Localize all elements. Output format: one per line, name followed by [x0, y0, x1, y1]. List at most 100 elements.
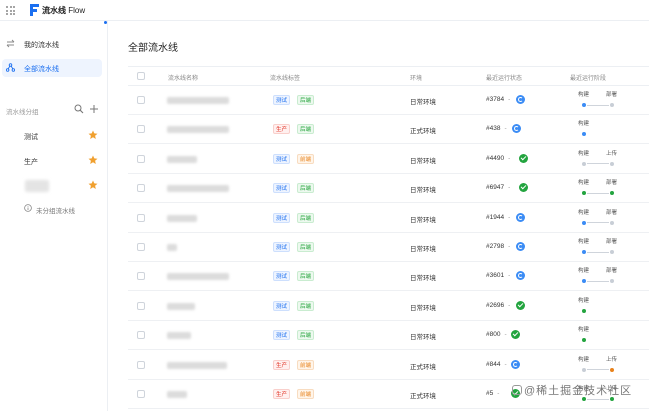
group-item-blurred[interactable] — [6, 180, 102, 194]
build-number[interactable]: #3784- — [486, 96, 510, 103]
env-cell: 日常环境 — [410, 334, 436, 342]
stage-dot[interactable] — [582, 132, 586, 137]
stage-dot[interactable] — [582, 250, 586, 254]
build-number[interactable]: #438- — [486, 125, 507, 132]
stage-dot[interactable] — [582, 367, 586, 372]
table-row[interactable]: 测试 后端 日常环境 #2696- 构建 — [128, 292, 649, 321]
stage-dot[interactable] — [610, 161, 614, 166]
row-checkbox[interactable] — [137, 96, 145, 104]
stage-dot[interactable] — [610, 250, 614, 254]
build-number[interactable]: #800- — [486, 331, 507, 338]
select-all-checkbox[interactable] — [137, 72, 145, 80]
running-status-icon — [516, 271, 525, 281]
table-row[interactable]: 测试 后端 日常环境 #6947- 构建 部署 — [128, 174, 649, 204]
pipeline-name-blurred[interactable] — [167, 302, 195, 310]
pipeline-name-blurred[interactable] — [167, 332, 191, 340]
stage-label: 构建 — [578, 121, 590, 128]
stage-dot[interactable] — [610, 220, 614, 225]
table-row[interactable]: 测试 后端 日常环境 #1944- 构建 部署 — [128, 204, 649, 233]
pipeline-tag: 前端 — [297, 389, 315, 399]
stage-dot[interactable] — [582, 103, 586, 107]
pipeline-tag: 后端 — [297, 330, 315, 341]
env-cell: 正式环境 — [410, 363, 436, 371]
star-icon[interactable] — [88, 155, 98, 165]
table-row[interactable]: 测试 前端 日常环境 #4490- 构建 上传 — [128, 145, 649, 174]
pipeline-name-blurred[interactable] — [167, 391, 187, 398]
stage-label: 上传 — [606, 356, 618, 363]
col-status: 最近运行状态 — [486, 76, 523, 82]
build-number[interactable]: #6947- — [486, 184, 510, 191]
build-number[interactable]: #844- — [486, 361, 507, 368]
stage-dot[interactable] — [582, 220, 586, 225]
env-cell: 正式环境 — [410, 128, 436, 136]
row-checkbox[interactable] — [137, 272, 145, 281]
table-row[interactable]: 测试 后端 日常环境 #3601- 构建 部署 — [128, 262, 649, 292]
group-header: 流水线分组 — [6, 104, 98, 116]
stage-dot[interactable] — [582, 338, 586, 343]
add-icon[interactable] — [89, 104, 99, 114]
build-number[interactable]: #5- — [486, 390, 499, 397]
pipeline-name-blurred[interactable] — [167, 361, 227, 369]
stage-dot[interactable] — [610, 367, 614, 372]
stage-dot[interactable] — [582, 191, 586, 196]
pipeline-tag: 后端 — [297, 212, 315, 223]
build-number[interactable]: #2798- — [486, 243, 510, 250]
build-number[interactable]: #1944- — [486, 214, 510, 221]
pipeline-tag: 后端 — [297, 95, 315, 105]
pipeline-tag: 测试 — [273, 183, 291, 194]
row-checkbox[interactable] — [137, 184, 145, 193]
info-icon — [24, 204, 32, 212]
stage-dot[interactable] — [610, 103, 614, 107]
stage-dot[interactable] — [610, 191, 614, 196]
row-checkbox[interactable] — [137, 125, 145, 134]
app-title-en: Flow — [68, 6, 86, 15]
stage-dot[interactable] — [582, 308, 586, 313]
stage-dot[interactable] — [582, 161, 586, 166]
table-row[interactable]: 测试 后端 日常环境 #3784- 构建 部署 — [128, 86, 649, 115]
pipeline-name-blurred[interactable] — [167, 214, 197, 222]
row-checkbox[interactable] — [137, 331, 145, 340]
stage-dot[interactable] — [610, 279, 614, 284]
pipeline-name-blurred[interactable] — [167, 273, 229, 281]
stage-label: 部署 — [606, 268, 618, 275]
pipeline-name-blurred[interactable] — [167, 97, 229, 104]
stage-label: 构建 — [578, 268, 590, 275]
table-row[interactable]: 测试 后端 日常环境 #2798- 构建 部署 — [128, 233, 649, 262]
pipeline-tag: 后端 — [297, 271, 315, 282]
group-item-test[interactable]: 测试 — [6, 130, 102, 144]
star-icon[interactable] — [88, 180, 98, 190]
row-checkbox[interactable] — [137, 360, 145, 369]
app-grid-icon[interactable] — [6, 6, 15, 15]
table-row[interactable]: 测试 后端 日常环境 #800- 构建 — [128, 321, 649, 351]
app-title-cn: 流水线 — [42, 6, 66, 15]
pipeline-name-blurred[interactable] — [167, 185, 229, 193]
row-checkbox[interactable] — [137, 154, 145, 163]
swap-icon — [6, 39, 15, 48]
pipeline-tag: 后端 — [297, 242, 315, 252]
row-checkbox[interactable] — [137, 301, 145, 310]
nav-all-pipelines[interactable]: 全部流水线 — [2, 59, 102, 77]
watermark-text: @稀土掘金技术社区 — [524, 385, 633, 397]
sidebar: 我的流水线 全部流水线 流水线分组 测试 生产 未分组流水线 — [0, 21, 108, 411]
sidebar-collapse-handle[interactable] — [104, 21, 107, 24]
pipeline-tag: 生产 — [273, 124, 291, 135]
ungrouped-pipelines[interactable]: 未分组流水线 — [24, 203, 104, 215]
build-number[interactable]: #3601- — [486, 272, 510, 279]
star-icon[interactable] — [88, 130, 98, 140]
stage-dot[interactable] — [582, 279, 586, 284]
nav-my-pipelines[interactable]: 我的流水线 — [2, 35, 102, 53]
pipeline-table: 流水线名称 流水线标签 环境 最近运行状态 最近运行阶段 测试 后端 日常环境 #37… — [128, 66, 649, 411]
row-checkbox[interactable] — [137, 213, 145, 222]
table-row[interactable]: 生产 后端 正式环境 #438- 构建 — [128, 115, 649, 145]
row-checkbox[interactable] — [137, 390, 145, 398]
group-item-prod[interactable]: 生产 — [6, 155, 102, 169]
table-row[interactable]: 生产 前端 正式环境 #844- 构建 上传 — [128, 351, 649, 380]
pipeline-name-blurred[interactable] — [167, 126, 229, 134]
row-checkbox[interactable] — [137, 243, 145, 251]
build-number[interactable]: #4490- — [486, 155, 510, 162]
success-status-icon — [511, 330, 520, 340]
search-icon[interactable] — [74, 104, 84, 114]
pipeline-name-blurred[interactable] — [167, 155, 197, 163]
build-number[interactable]: #2696- — [486, 302, 510, 309]
pipeline-name-blurred[interactable] — [167, 244, 177, 251]
